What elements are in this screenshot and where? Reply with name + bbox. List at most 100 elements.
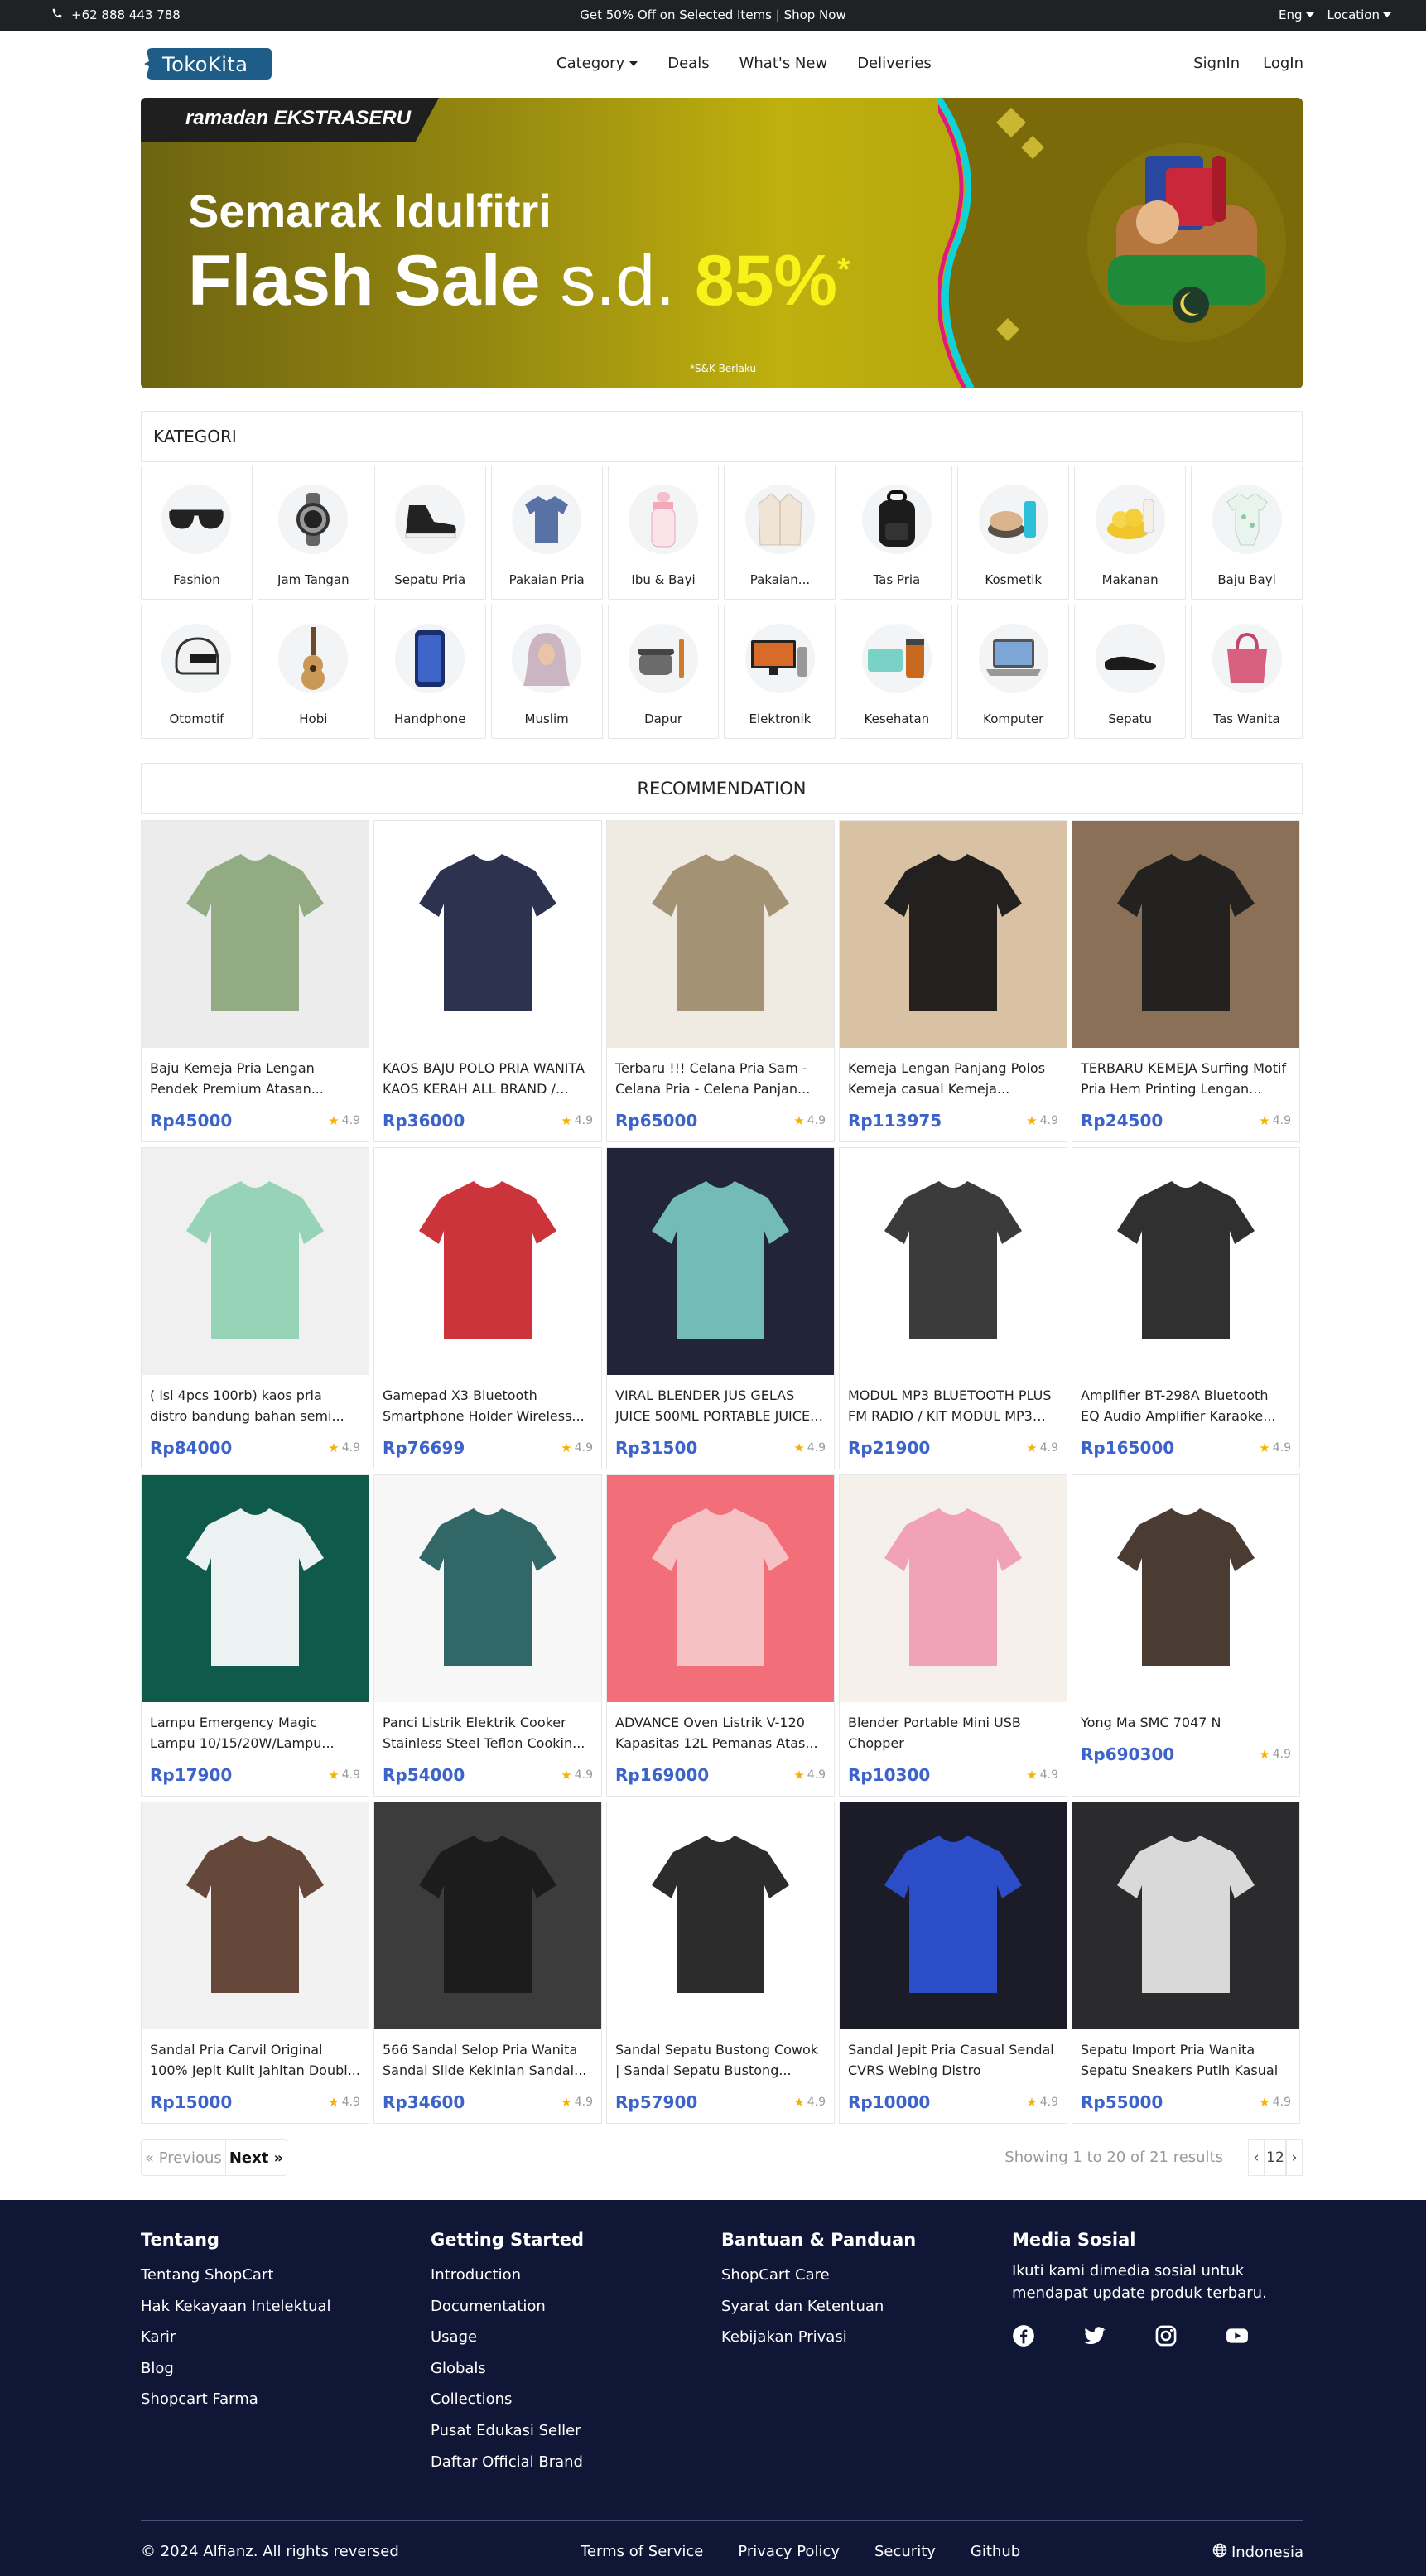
security-link[interactable]: Security [874, 2543, 936, 2560]
product-card[interactable]: Gamepad X3 Bluetooth Smartphone Holder W… [373, 1147, 602, 1469]
page-number-buttons[interactable]: 12 [1265, 2139, 1286, 2176]
footer-link[interactable]: Introduction [431, 2260, 584, 2291]
category-item[interactable]: Ibu & Bayi [607, 466, 720, 600]
category-item[interactable]: Elektronik [724, 605, 836, 739]
product-card[interactable]: 566 Sandal Selop Pria Wanita Sandal Slid… [373, 1802, 602, 2124]
product-card[interactable]: VIRAL BLENDER JUS GELAS JUICE 500ML PORT… [606, 1147, 835, 1469]
product-image[interactable] [142, 1802, 369, 2029]
product-card[interactable]: Yong Ma SMC 7047 N Rp690300 ★ 4.9 [1072, 1474, 1300, 1797]
nav-deals[interactable]: Deals [667, 55, 709, 72]
product-name[interactable]: Sepatu Import Pria Wanita Sepatu Sneaker… [1081, 2039, 1291, 2081]
product-name[interactable]: Baju Kemeja Pria Lengan Pendek Premium A… [150, 1058, 360, 1099]
product-name[interactable]: ( isi 4pcs 100rb) kaos pria distro bandu… [150, 1385, 360, 1426]
github-link[interactable]: Github [971, 2543, 1020, 2560]
category-item[interactable]: Jam Tangan [257, 466, 369, 600]
product-card[interactable]: ( isi 4pcs 100rb) kaos pria distro bandu… [141, 1147, 369, 1469]
footer-link[interactable]: ShopCart Care [721, 2260, 916, 2291]
language-dropdown[interactable]: Eng [1279, 7, 1314, 22]
product-name[interactable]: 566 Sandal Selop Pria Wanita Sandal Slid… [383, 2039, 593, 2081]
nav-deliveries[interactable]: Deliveries [857, 55, 932, 72]
product-name[interactable]: Kemeja Lengan Panjang Polos Kemeja casua… [848, 1058, 1058, 1099]
product-card[interactable]: TERBARU KEMEJA Surfing Motif Pria Hem Pr… [1072, 820, 1300, 1142]
product-name[interactable]: Gamepad X3 Bluetooth Smartphone Holder W… [383, 1385, 593, 1426]
category-item[interactable]: Hobi [257, 605, 369, 739]
terms-link[interactable]: Terms of Service [581, 2543, 703, 2560]
language-selector[interactable]: Indonesia [1212, 2543, 1303, 2562]
product-image[interactable] [374, 1148, 601, 1375]
category-item[interactable]: Kosmetik [957, 466, 1070, 600]
footer-link[interactable]: Syarat dan Ketentuan [721, 2291, 916, 2323]
product-image[interactable] [142, 1148, 369, 1375]
privacy-link[interactable]: Privacy Policy [738, 2543, 840, 2560]
promo-text[interactable]: Get 50% Off on Selected Items | Shop Now [0, 7, 1426, 22]
logo[interactable]: TokoKita [141, 46, 273, 81]
signin-link[interactable]: SignIn [1193, 55, 1240, 72]
product-image[interactable] [607, 1475, 834, 1702]
category-item[interactable]: Makanan [1074, 466, 1187, 600]
category-item[interactable]: Tas Wanita [1191, 605, 1303, 739]
footer-link[interactable]: Globals [431, 2353, 584, 2385]
product-card[interactable]: Baju Kemeja Pria Lengan Pendek Premium A… [141, 820, 369, 1142]
footer-link[interactable]: Tentang ShopCart [141, 2260, 331, 2291]
footer-link[interactable]: Pusat Edukasi Seller [431, 2415, 584, 2447]
category-item[interactable]: Pakaian... [724, 466, 836, 600]
product-image[interactable] [1072, 1802, 1299, 2029]
footer-link[interactable]: Hak Kekayaan Intelektual [141, 2291, 331, 2323]
product-image[interactable] [607, 1802, 834, 2029]
product-card[interactable]: ADVANCE Oven Listrik V-120 Kapasitas 12L… [606, 1474, 835, 1797]
category-item[interactable]: Fashion [141, 466, 253, 600]
product-image[interactable] [374, 821, 601, 1048]
product-image[interactable] [840, 1148, 1067, 1375]
nav-category[interactable]: Category [556, 55, 638, 72]
product-card[interactable]: Lampu Emergency Magic Lampu 10/15/20W/La… [141, 1474, 369, 1797]
nav-whats-new[interactable]: What's New [739, 55, 828, 72]
category-item[interactable]: Muslim [490, 605, 603, 739]
category-item[interactable]: Sepatu [1074, 605, 1187, 739]
product-card[interactable]: Sepatu Import Pria Wanita Sepatu Sneaker… [1072, 1802, 1300, 2124]
product-image[interactable] [374, 1475, 601, 1702]
product-image[interactable] [607, 1148, 834, 1375]
twitter-icon[interactable] [1083, 2324, 1106, 2347]
category-item[interactable]: Kesehatan [841, 605, 953, 739]
product-card[interactable]: Amplifier BT-298A Bluetooth EQ Audio Amp… [1072, 1147, 1300, 1469]
footer-link[interactable]: Kebijakan Privasi [721, 2322, 916, 2353]
product-image[interactable] [607, 821, 834, 1048]
product-card[interactable]: KAOS BAJU POLO PRIA WANITA KAOS KERAH AL… [373, 820, 602, 1142]
product-image[interactable] [1072, 1475, 1299, 1702]
product-name[interactable]: TERBARU KEMEJA Surfing Motif Pria Hem Pr… [1081, 1058, 1291, 1099]
footer-link[interactable]: Daftar Official Brand [431, 2447, 584, 2478]
next-page-button[interactable]: Next » [224, 2139, 288, 2176]
product-name[interactable]: VIRAL BLENDER JUS GELAS JUICE 500ML PORT… [615, 1385, 826, 1426]
product-name[interactable]: ADVANCE Oven Listrik V-120 Kapasitas 12L… [615, 1712, 826, 1754]
product-card[interactable]: Blender Portable Mini USB Chopper Rp10300… [839, 1474, 1067, 1797]
instagram-icon[interactable] [1154, 2324, 1178, 2347]
category-item[interactable]: Sepatu Pria [373, 466, 486, 600]
product-name[interactable]: Terbaru !!! Celana Pria Sam - Celana Pri… [615, 1058, 826, 1099]
product-name[interactable]: Sandal Jepit Pria Casual Sendal CVRS Web… [848, 2039, 1058, 2081]
product-name[interactable]: Sandal Pria Carvil Original 100% Jepit K… [150, 2039, 360, 2081]
category-item[interactable]: Komputer [957, 605, 1070, 739]
product-name[interactable]: KAOS BAJU POLO PRIA WANITA KAOS KERAH AL… [383, 1058, 593, 1099]
product-name[interactable]: MODUL MP3 BLUETOOTH PLUS FM RADIO / KIT … [848, 1385, 1058, 1426]
youtube-icon[interactable] [1226, 2324, 1249, 2347]
category-item[interactable]: Pakaian Pria [490, 466, 603, 600]
product-card[interactable]: Panci Listrik Elektrik Cooker Stainless … [373, 1474, 602, 1797]
category-item[interactable]: Tas Pria [841, 466, 953, 600]
product-image[interactable] [1072, 1148, 1299, 1375]
product-name[interactable]: Panci Listrik Elektrik Cooker Stainless … [383, 1712, 593, 1754]
category-item[interactable]: Handphone [373, 605, 486, 739]
footer-link[interactable]: Shopcart Farma [141, 2384, 331, 2415]
footer-link[interactable]: Collections [431, 2384, 584, 2415]
footer-link[interactable]: Usage [431, 2322, 584, 2353]
product-card[interactable]: Sandal Pria Carvil Original 100% Jepit K… [141, 1802, 369, 2124]
product-card[interactable]: Kemeja Lengan Panjang Polos Kemeja casua… [839, 820, 1067, 1142]
product-image[interactable] [1072, 821, 1299, 1048]
product-name[interactable]: Sandal Sepatu Bustong Cowok | Sandal Sep… [615, 2039, 826, 2081]
product-card[interactable]: Sandal Sepatu Bustong Cowok | Sandal Sep… [606, 1802, 835, 2124]
location-dropdown[interactable]: Location [1327, 7, 1391, 22]
prev-page-arrow-icon[interactable]: ‹ [1248, 2139, 1265, 2176]
product-image[interactable] [840, 1475, 1067, 1702]
product-card[interactable]: Sandal Jepit Pria Casual Sendal CVRS Web… [839, 1802, 1067, 2124]
product-image[interactable] [142, 821, 369, 1048]
login-link[interactable]: LogIn [1263, 55, 1303, 72]
